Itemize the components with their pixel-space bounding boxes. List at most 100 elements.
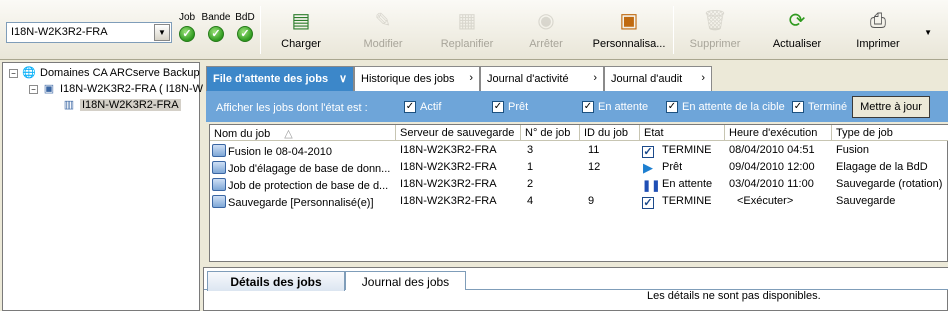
tab-job-queue[interactable]: File d'attente des jobs ∨	[206, 66, 354, 91]
collapse-icon[interactable]: −	[9, 68, 18, 78]
reschedule-button[interactable]: ▦ Replanifier	[432, 6, 502, 54]
tab-audit-log[interactable]: Journal d'audit ›	[604, 66, 712, 91]
tree-item-domain[interactable]: − ▣ I18N-W2K3R2-FRA ( I18N-W	[29, 82, 203, 98]
dropdown-arrow-icon[interactable]: ▼	[154, 24, 170, 41]
tree-item-server[interactable]: ▥ I18N-W2K3R2-FRA	[61, 98, 181, 114]
job-id-cell: 9	[588, 195, 595, 207]
toolbar-separator	[673, 6, 674, 54]
job-name: Fusion le 08-04-2010	[228, 146, 332, 158]
column-header-job-id[interactable]: ID du job	[580, 125, 640, 141]
customize-button[interactable]: ▣ Personnalisa...	[590, 6, 668, 54]
table-row[interactable]: Job d'élagage de base de donn... I18N-W2…	[210, 159, 948, 176]
tree-item-root[interactable]: − 🌐 Domaines CA ARCserve Backup	[9, 66, 200, 82]
delete-button[interactable]: 🗑 Supprimer	[686, 6, 744, 54]
column-header-exec-time[interactable]: Heure d'exécution	[725, 125, 832, 141]
filter-waiting-target-checkbox[interactable]: ✓ En attente de la cible	[666, 101, 785, 114]
domain-tree: − 🌐 Domaines CA ARCserve Backup − ▣ I18N-W2K…	[2, 62, 203, 311]
state-cell: ✓ TERMINE	[642, 195, 712, 209]
done-check-icon: ✓	[642, 197, 654, 209]
print-button[interactable]: ⎙ Imprimer	[852, 6, 904, 54]
status-filter-bar: Afficher les jobs dont l'état est : ✓ Act…	[206, 91, 948, 122]
column-header-job-no[interactable]: N° de job	[521, 125, 580, 141]
details-tab-strip: Détails des jobs Journal des jobs	[204, 268, 948, 291]
details-message: Les détails ne sont pas disponibles.	[647, 290, 821, 302]
state-label: TERMINE	[662, 144, 712, 156]
checkbox-label: En attente	[598, 101, 649, 113]
main-toolbar: I18N-W2K3R2-FRA ▼ Job ✓ Bande ✓ BdD ✓ ▤ …	[0, 0, 948, 60]
pause-icon: ❚❚	[642, 180, 661, 192]
chevron-right-icon: ›	[593, 72, 597, 84]
tab-activity-log[interactable]: Journal d'activité ›	[480, 66, 604, 91]
server-select[interactable]: I18N-W2K3R2-FRA ▼	[6, 22, 172, 43]
job-icon	[212, 195, 226, 208]
update-button[interactable]: Mettre à jour	[852, 96, 930, 118]
chevron-right-icon: ›	[701, 72, 705, 84]
exec-time-cell: 03/04/2010 11:00	[729, 178, 814, 190]
tab-label: File d'attente des jobs	[213, 73, 329, 85]
filter-active-checkbox[interactable]: ✓ Actif	[404, 101, 441, 114]
exec-time-cell: 08/04/2010 04:51	[729, 144, 815, 156]
globe-icon: 🌐	[22, 67, 36, 79]
tab-job-details[interactable]: Détails des jobs	[207, 271, 345, 291]
checkbox-label: Prêt	[508, 101, 529, 113]
job-name-cell: Fusion le 08-04-2010	[212, 144, 396, 158]
edit-button[interactable]: ✎ Modifier	[352, 6, 414, 54]
table-row[interactable]: Job de protection de base de d... I18N-W…	[210, 176, 948, 193]
stop-button[interactable]: ◉ Arrêter	[522, 6, 570, 54]
refresh-button-label: Actualiser	[772, 38, 822, 50]
job-name-cell: Sauvegarde [Personnalisé(e)]	[212, 195, 396, 209]
filter-ready-checkbox[interactable]: ✓ Prêt	[492, 101, 529, 114]
toolbar-overflow-icon[interactable]: ▼	[924, 28, 932, 37]
job-type-cell: Elagage de la BdD	[836, 161, 928, 173]
tab-job-log[interactable]: Journal des jobs	[345, 271, 466, 290]
server-cell: I18N-W2K3R2-FRA	[400, 178, 497, 190]
chevron-right-icon: ›	[469, 72, 473, 84]
checkbox-checked-icon: ✓	[792, 101, 804, 114]
refresh-button[interactable]: ⟳ Actualiser	[768, 6, 826, 54]
table-row[interactable]: Sauvegarde [Personnalisé(e)] I18N-W2K3R2…	[210, 193, 948, 210]
load-icon: ▤	[291, 10, 311, 32]
tab-job-history[interactable]: Historique des jobs ›	[354, 66, 480, 91]
job-status: Job ✓	[172, 12, 202, 42]
tape-status-label: Bande	[201, 12, 231, 23]
main-tabs: File d'attente des jobs ∨ Historique des …	[206, 66, 948, 91]
db-status-label: BdD	[235, 12, 255, 23]
server-icon: ▥	[63, 99, 75, 111]
column-label: Nom du job	[214, 128, 271, 140]
collapse-icon[interactable]: −	[29, 84, 38, 94]
main-panel: File d'attente des jobs ∨ Historique des …	[206, 62, 948, 262]
job-queue-grid: Nom du job △ Serveur de sauvegarde N° de …	[209, 124, 948, 262]
filter-done-checkbox[interactable]: ✓ Terminé	[792, 101, 848, 114]
state-cell: ▶ Prêt	[642, 161, 682, 174]
status-ok-icon: ✓	[237, 26, 253, 42]
checkbox-label: En attente de la cible	[682, 101, 785, 113]
tape-status: Bande ✓	[200, 12, 232, 42]
refresh-icon: ⟳	[788, 10, 806, 32]
print-icon: ⎙	[870, 10, 886, 32]
stop-icon: ◉	[537, 10, 555, 32]
job-status-label: Job	[178, 12, 196, 23]
state-label: En attente	[662, 178, 713, 190]
edit-button-label: Modifier	[363, 38, 403, 50]
job-no-cell: 3	[527, 144, 534, 156]
job-details-panel: Détails des jobs Journal des jobs Les dé…	[203, 267, 948, 311]
state-label: TERMINE	[662, 195, 712, 207]
exec-time-cell: <Exécuter>	[737, 195, 794, 207]
tab-label: Journal d'audit	[611, 73, 683, 85]
column-header-server[interactable]: Serveur de sauvegarde	[396, 125, 521, 141]
checkbox-checked-icon: ✓	[666, 101, 678, 114]
tree-item-label: I18N-W2K3R2-FRA	[80, 98, 181, 111]
column-header-job-name[interactable]: Nom du job △	[210, 125, 396, 141]
checkbox-label: Terminé	[808, 101, 848, 113]
filter-waiting-checkbox[interactable]: ✓ En attente	[582, 101, 649, 114]
column-header-job-type[interactable]: Type de job	[832, 125, 948, 141]
state-cell: ❚❚ En attente	[642, 178, 712, 193]
table-row[interactable]: Fusion le 08-04-2010 I18N-W2K3R2-FRA 3 1…	[210, 142, 948, 159]
load-button[interactable]: ▤ Charger	[272, 6, 330, 54]
server-cell: I18N-W2K3R2-FRA	[400, 144, 497, 156]
chevron-down-icon: ∨	[338, 73, 347, 85]
job-name: Job de protection de base de d...	[228, 180, 389, 192]
column-header-state[interactable]: Etat	[640, 125, 725, 141]
edit-icon: ✎	[374, 10, 392, 32]
checkbox-checked-icon: ✓	[404, 101, 416, 114]
